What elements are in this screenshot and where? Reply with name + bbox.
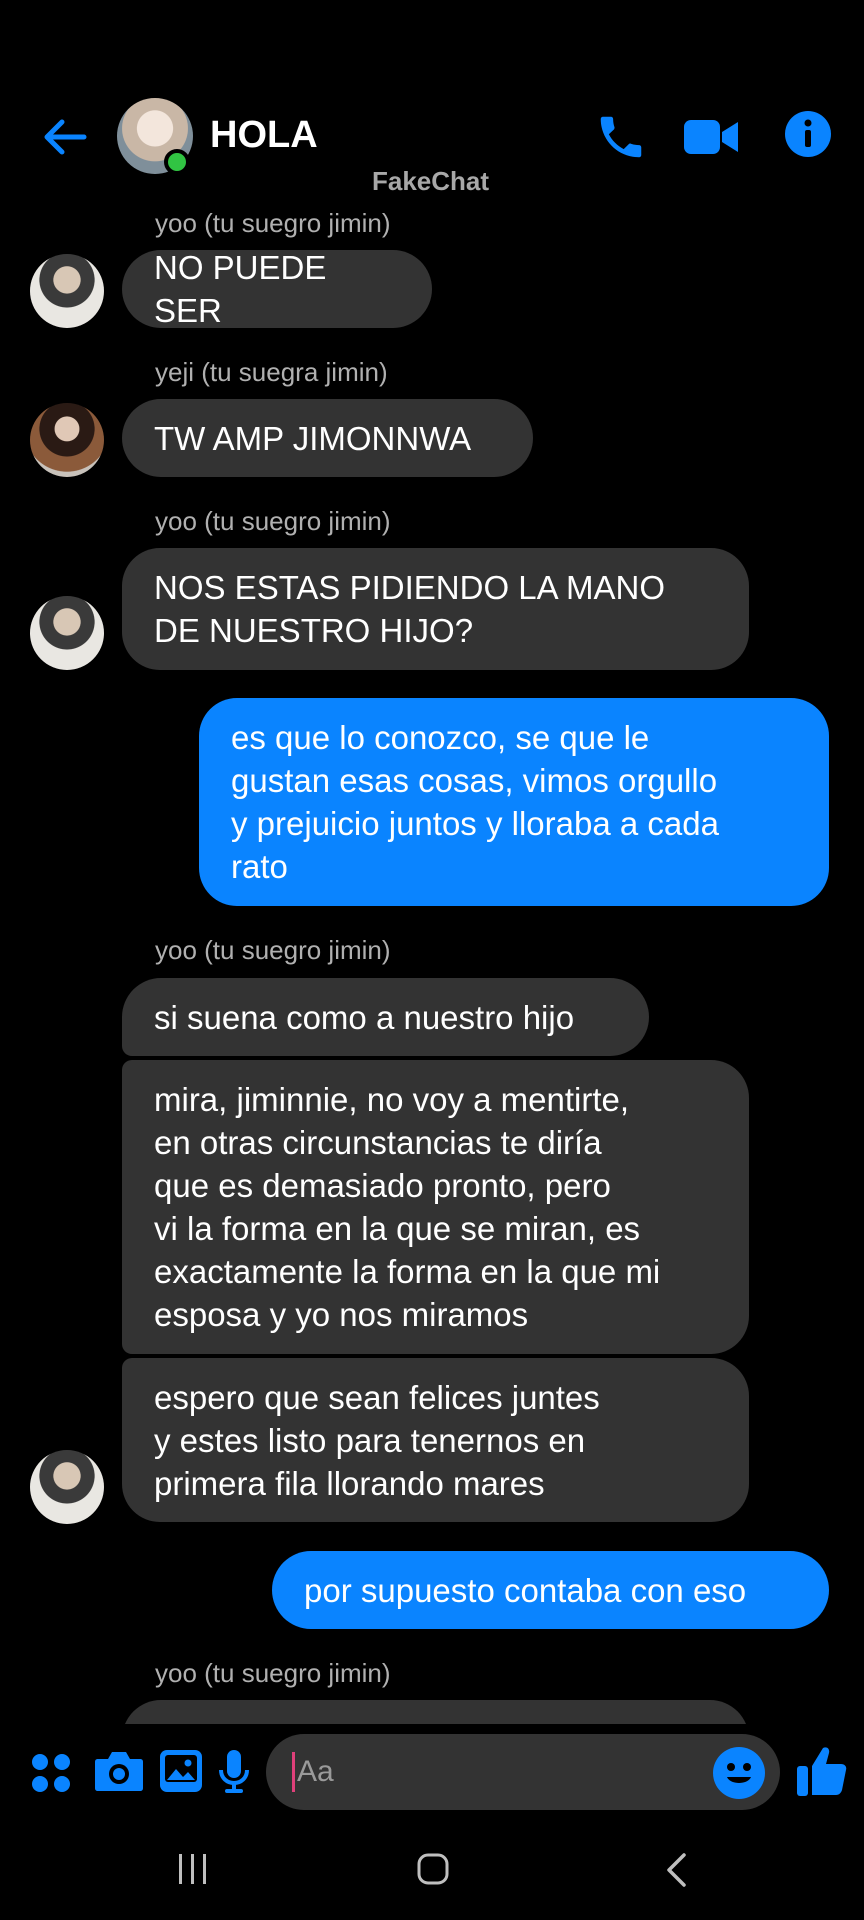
watermark-label: FakeChat (372, 166, 490, 196)
microphone-icon[interactable] (216, 1748, 252, 1796)
thumbs-up-icon[interactable] (796, 1744, 848, 1798)
sender-name: yeji (tu suegra jimin) (155, 357, 388, 387)
camera-icon[interactable] (94, 1749, 144, 1793)
sender-name: yoo (tu suegro jimin) (155, 1658, 391, 1688)
sender-avatar[interactable] (30, 1450, 104, 1524)
incoming-message-bubble[interactable]: mira, jiminnie, no voy a mentirte, en ot… (122, 1060, 749, 1354)
chat-title[interactable]: HOLA (210, 114, 318, 157)
recent-apps-icon[interactable] (176, 1852, 210, 1886)
emoji-icon[interactable] (712, 1746, 766, 1800)
back-arrow-icon[interactable] (40, 112, 90, 162)
apps-icon[interactable] (30, 1752, 72, 1794)
message-input-placeholder: Aa (297, 1755, 334, 1788)
outgoing-message-bubble[interactable]: es que lo conozco, se que le gustan esas… (199, 698, 829, 906)
incoming-message-bubble[interactable]: espero que sean felices juntes y estes l… (122, 1358, 749, 1522)
sender-avatar[interactable] (30, 254, 104, 328)
home-icon[interactable] (416, 1852, 450, 1886)
incoming-message-bubble-partial[interactable] (122, 1700, 749, 1724)
outgoing-message-bubble[interactable]: por supuesto contaba con eso (272, 1551, 829, 1629)
sender-name: yoo (tu suegro jimin) (155, 506, 391, 536)
video-camera-icon[interactable] (682, 114, 740, 160)
sender-name: yoo (tu suegro jimin) (155, 935, 391, 965)
phone-icon[interactable] (594, 110, 648, 164)
nav-back-icon[interactable] (664, 1852, 690, 1888)
incoming-message-bubble[interactable]: si suena como a nuestro hijo (122, 978, 649, 1056)
sender-name: yoo (tu suegro jimin) (155, 208, 391, 238)
message-input[interactable]: Aa (266, 1734, 780, 1810)
text-cursor (292, 1752, 295, 1792)
incoming-message-bubble[interactable]: NOS ESTAS PIDIENDO LA MANO DE NUESTRO HI… (122, 548, 749, 670)
incoming-message-bubble[interactable]: TW AMP JIMONNWA (122, 399, 533, 477)
incoming-message-bubble[interactable]: NO PUEDE SER (122, 249, 432, 329)
sender-avatar[interactable] (30, 403, 104, 477)
info-icon[interactable] (784, 110, 832, 158)
gallery-icon[interactable] (158, 1748, 204, 1794)
sender-avatar[interactable] (30, 596, 104, 670)
online-status-dot (164, 149, 190, 175)
